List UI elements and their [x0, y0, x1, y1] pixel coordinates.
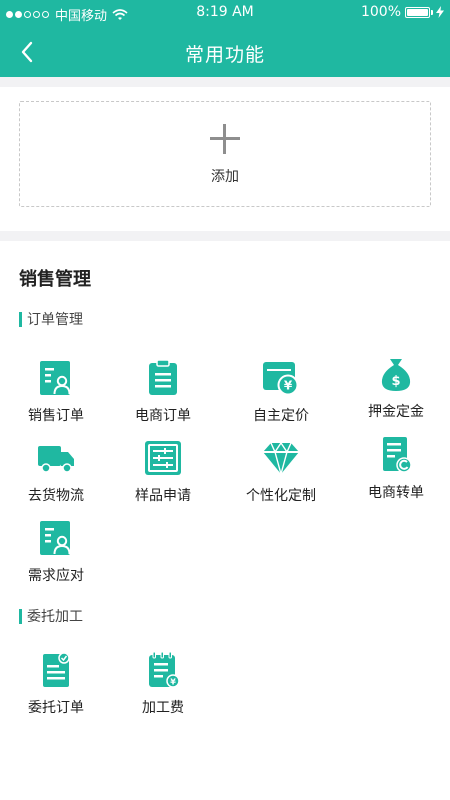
func-shipping-logistics[interactable]: 去货物流 [0, 439, 112, 505]
truck-icon [38, 446, 74, 473]
sales-management-section: 销售管理 订单管理 销售订单 电商订单 ¥ 自主定价 $ 押金定金 去货物流 样… [0, 241, 450, 800]
func-ecommerce-order[interactable]: 电商订单 [107, 359, 219, 425]
clipboard-icon [149, 359, 177, 395]
gem-icon [263, 442, 299, 475]
price-tag-icon: ¥ [263, 362, 299, 396]
func-customization[interactable]: 个性化定制 [225, 439, 337, 505]
func-label: 需求应对 [28, 568, 84, 584]
func-self-pricing[interactable]: ¥ 自主定价 [225, 359, 337, 425]
func-label: 样品申请 [135, 488, 191, 504]
func-label: 销售订单 [28, 408, 84, 424]
add-label: 添加 [211, 169, 239, 185]
func-commission-order[interactable]: 委托订单 [0, 651, 112, 717]
func-ecommerce-transfer[interactable]: 电商转单 [340, 436, 450, 502]
transfer-doc-icon [383, 437, 412, 473]
func-label: 委托订单 [28, 700, 84, 716]
check-doc-icon [43, 652, 70, 687]
battery-label: 100% [360, 4, 401, 20]
group-title-processing: 委托加工 [19, 606, 83, 626]
add-button[interactable]: 添加 [19, 101, 431, 207]
add-section: 添加 [0, 87, 450, 231]
battery-icon [405, 6, 433, 18]
divider [0, 77, 450, 87]
plus-icon [210, 124, 240, 154]
group-title-orders: 订单管理 [19, 309, 83, 329]
app-header: 中国移动 8:19 AM 100% 常用功能 [0, 0, 450, 77]
svg-text:$: $ [391, 374, 400, 389]
svg-text:¥: ¥ [284, 379, 293, 393]
status-bar: 中国移动 8:19 AM 100% [0, 0, 450, 26]
func-label: 电商转单 [368, 485, 424, 501]
doc-person-icon [40, 521, 71, 555]
func-processing-fee[interactable]: ¥ 加工费 [107, 651, 219, 717]
page-title: 常用功能 [184, 44, 265, 66]
func-demand-response[interactable]: 需求应对 [0, 519, 112, 585]
func-label: 个性化定制 [246, 488, 316, 504]
func-label: 去货物流 [28, 488, 84, 504]
func-label: 自主定价 [253, 408, 309, 424]
divider [0, 231, 450, 241]
sample-form-icon [145, 441, 181, 475]
func-sample-request[interactable]: 样品申请 [107, 439, 219, 505]
func-sales-order[interactable]: 销售订单 [0, 359, 112, 425]
doc-person-icon [40, 361, 71, 395]
func-deposit[interactable]: $ 押金定金 [340, 355, 450, 421]
func-label: 电商订单 [135, 408, 191, 424]
func-label: 押金定金 [368, 404, 424, 420]
func-label: 加工费 [142, 700, 184, 716]
charging-icon [436, 6, 444, 18]
svg-text:¥: ¥ [170, 678, 176, 687]
fee-doc-icon: ¥ [149, 651, 180, 688]
section-title: 销售管理 [19, 269, 91, 290]
money-bag-icon: $ [381, 359, 411, 391]
